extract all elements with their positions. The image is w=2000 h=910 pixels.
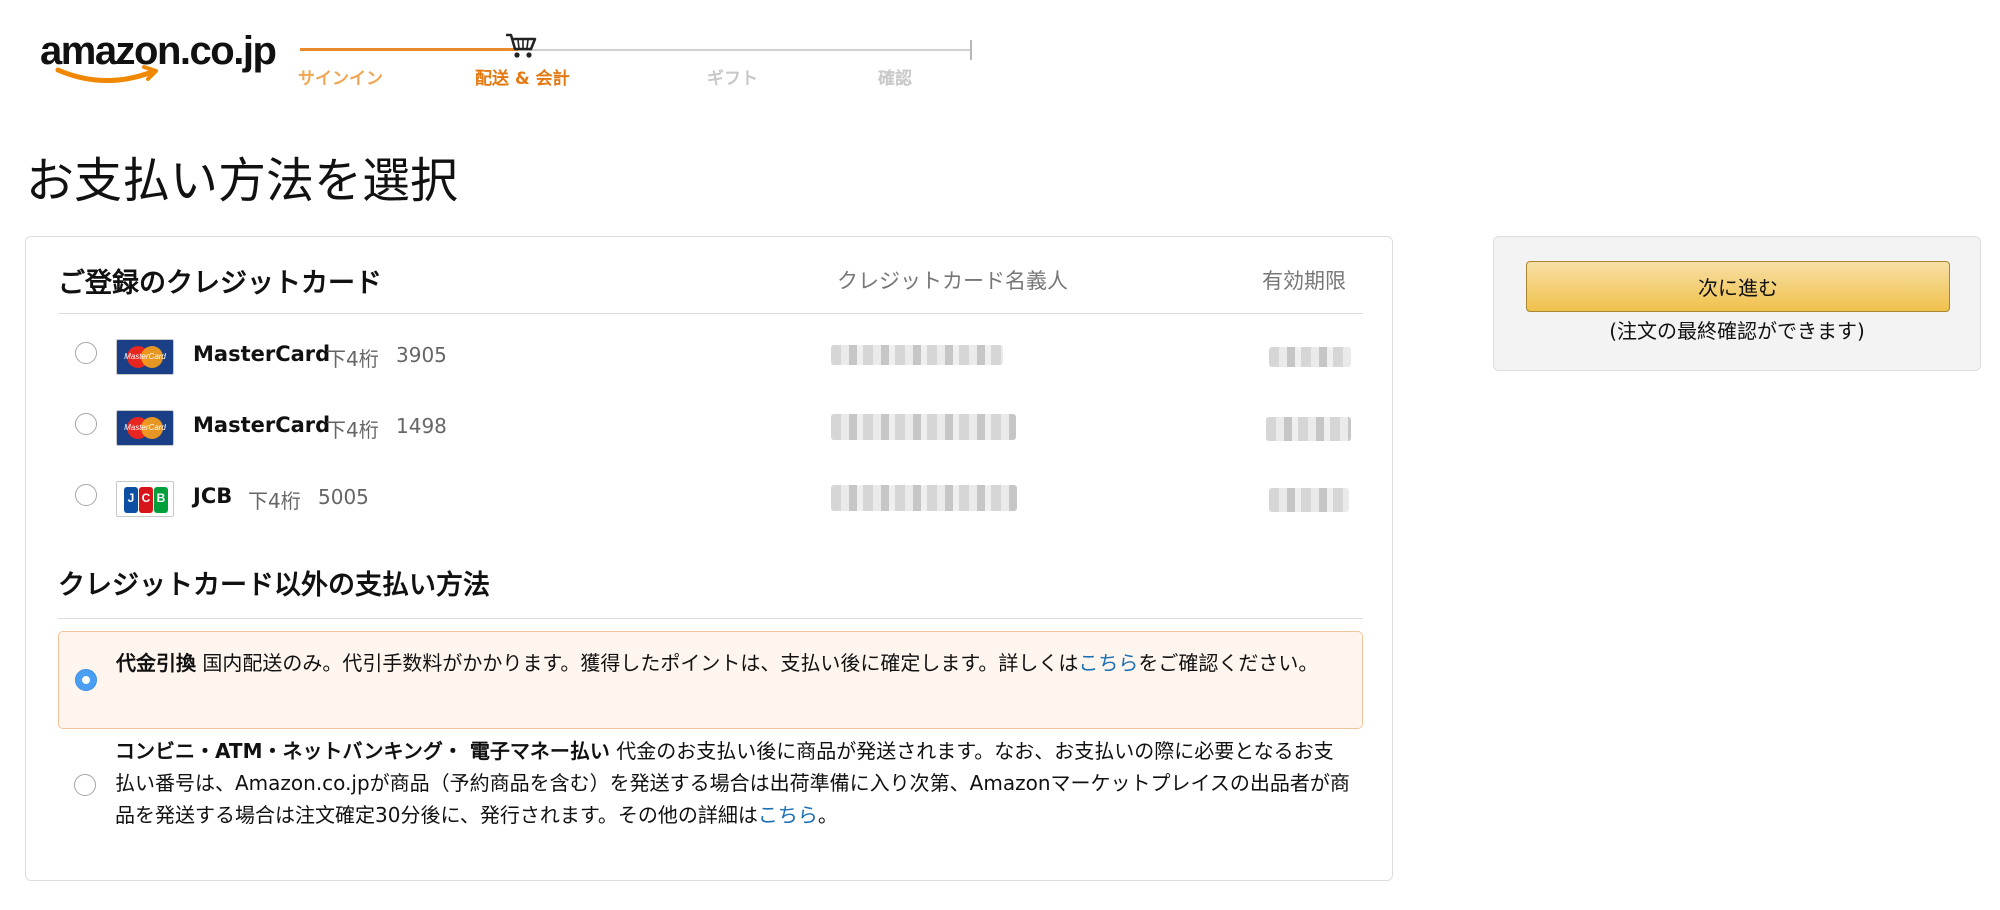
card-row[interactable]: MasterCard MasterCard 下4桁 3905 bbox=[26, 332, 1392, 388]
expiry-column-header: 有効期限 bbox=[1262, 269, 1346, 293]
mastercard-logo-icon: MasterCard bbox=[116, 410, 174, 446]
expiry-redacted bbox=[1269, 347, 1351, 367]
step-gift: ギフト bbox=[707, 69, 758, 89]
cardholder-name-redacted bbox=[831, 345, 1003, 365]
card-brand: JCB bbox=[193, 484, 233, 508]
cardholder-name-redacted bbox=[831, 485, 1017, 511]
cod-suffix: をご確認ください。 bbox=[1138, 651, 1319, 675]
continue-panel: 次に進む (注文の最終確認ができます) bbox=[1493, 236, 1981, 371]
payment-method-panel: ご登録のクレジットカード クレジットカード名義人 有効期限 MasterCard… bbox=[25, 236, 1393, 881]
continue-note: (注文の最終確認ができます) bbox=[1609, 319, 1865, 343]
expiry-redacted bbox=[1269, 488, 1349, 512]
card-digits-label: 下4桁 bbox=[326, 347, 379, 371]
saved-cards-heading: ご登録のクレジットカード bbox=[58, 268, 382, 299]
card-radio[interactable] bbox=[75, 342, 97, 364]
progress-end-marker bbox=[970, 40, 972, 60]
cash-on-delivery-option[interactable]: 代金引換 国内配送のみ。代引手数料がかかります。獲得したポイントは、支払い後に確… bbox=[58, 631, 1363, 729]
card-radio[interactable] bbox=[75, 484, 97, 506]
card-digits-label: 下4桁 bbox=[326, 418, 379, 442]
convenience-title: コンビニ・ATM・ネットバンキング・ 電子マネー払い bbox=[115, 739, 610, 763]
card-last4: 1498 bbox=[396, 414, 447, 438]
card-row[interactable]: J C B JCB 下4桁 5005 bbox=[26, 474, 1392, 530]
cod-title: 代金引換 bbox=[116, 651, 196, 675]
amazon-logo[interactable]: amazon.co.jp bbox=[40, 26, 290, 88]
other-methods-heading: クレジットカード以外の支払い方法 bbox=[58, 570, 490, 601]
step-signin: サインイン bbox=[298, 69, 383, 89]
cod-details-link[interactable]: こちら bbox=[1078, 651, 1138, 675]
card-last4: 5005 bbox=[318, 485, 369, 509]
smile-arrow-icon bbox=[55, 65, 158, 83]
cod-description: 代金引換 国内配送のみ。代引手数料がかかります。獲得したポイントは、支払い後に確… bbox=[116, 647, 1350, 679]
card-brand: MasterCard bbox=[193, 413, 331, 437]
card-brand: MasterCard bbox=[193, 342, 331, 366]
convenience-payment-option[interactable]: コンビニ・ATM・ネットバンキング・ 電子マネー払い 代金のお支払い後に商品が発… bbox=[58, 735, 1363, 835]
card-last4: 3905 bbox=[396, 343, 447, 367]
continue-button[interactable]: 次に進む bbox=[1526, 261, 1950, 312]
divider bbox=[58, 313, 1363, 314]
cardholder-column-header: クレジットカード名義人 bbox=[837, 269, 1068, 293]
convenience-radio[interactable] bbox=[74, 774, 96, 796]
convenience-details-link[interactable]: こちら bbox=[758, 803, 818, 827]
progress-fill bbox=[300, 48, 518, 51]
step-shipping-payment: 配送 & 会計 bbox=[475, 69, 570, 89]
cardholder-name-redacted bbox=[831, 414, 1016, 440]
convenience-description: コンビニ・ATM・ネットバンキング・ 電子マネー払い 代金のお支払い後に商品が発… bbox=[115, 735, 1351, 831]
checkout-progress: サインイン 配送 & 会計 ギフト 確認 bbox=[296, 30, 986, 100]
card-row[interactable]: MasterCard MasterCard 下4桁 1498 bbox=[26, 403, 1392, 459]
shopping-cart-icon bbox=[506, 33, 537, 58]
cod-radio[interactable] bbox=[75, 669, 97, 691]
divider bbox=[58, 618, 1363, 619]
cod-desc: 国内配送のみ。代引手数料がかかります。獲得したポイントは、支払い後に確定します。… bbox=[202, 651, 1079, 675]
step-confirm: 確認 bbox=[878, 69, 912, 89]
jcb-logo-icon: J C B bbox=[116, 481, 174, 517]
mastercard-logo-icon: MasterCard bbox=[116, 339, 174, 375]
convenience-suffix: 。 bbox=[817, 803, 838, 827]
card-radio[interactable] bbox=[75, 413, 97, 435]
page-title: お支払い方法を選択 bbox=[26, 153, 459, 209]
expiry-redacted bbox=[1266, 417, 1351, 441]
card-digits-label: 下4桁 bbox=[248, 489, 301, 513]
